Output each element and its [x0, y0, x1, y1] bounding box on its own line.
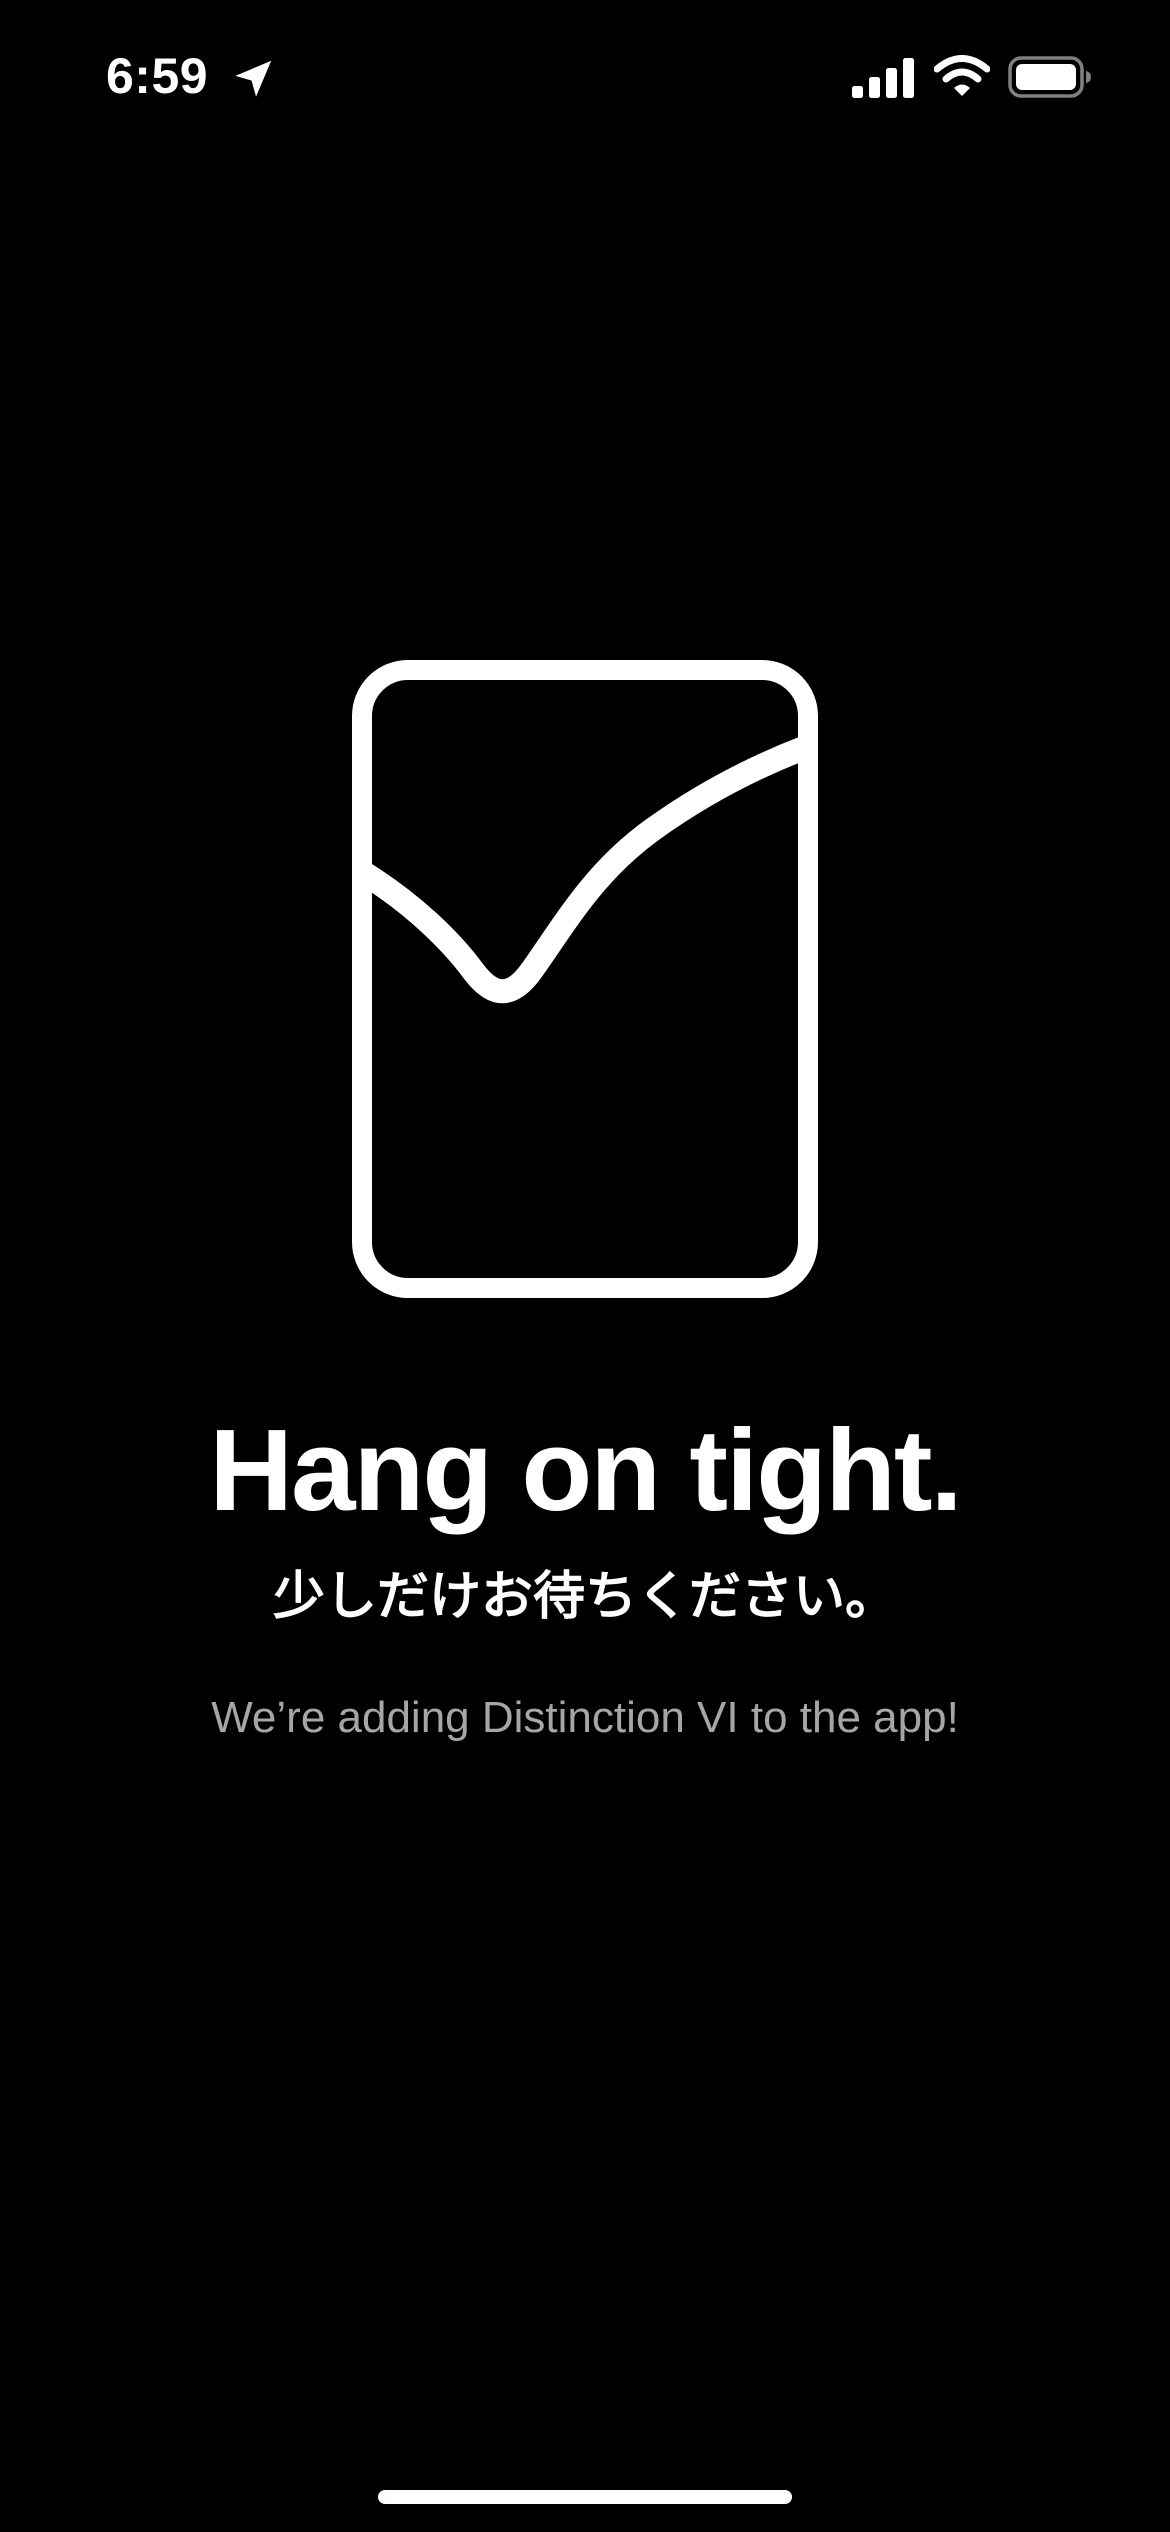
battery-icon [1008, 56, 1091, 98]
location-arrow-icon [235, 60, 272, 97]
headline: Hang on tight. [209, 1405, 963, 1535]
status-bar: 6:59 [0, 0, 1170, 150]
cellular-signal-icon [852, 58, 914, 98]
wifi-icon [934, 55, 990, 96]
card-check-icon [352, 660, 818, 1298]
home-indicator[interactable] [378, 2490, 792, 2504]
info-message: We’re adding Distinction VI to the app! [211, 1693, 959, 1742]
status-time: 6:59 [106, 48, 209, 104]
subheadline-japanese: 少しだけお待ちください。 [272, 1568, 897, 1626]
